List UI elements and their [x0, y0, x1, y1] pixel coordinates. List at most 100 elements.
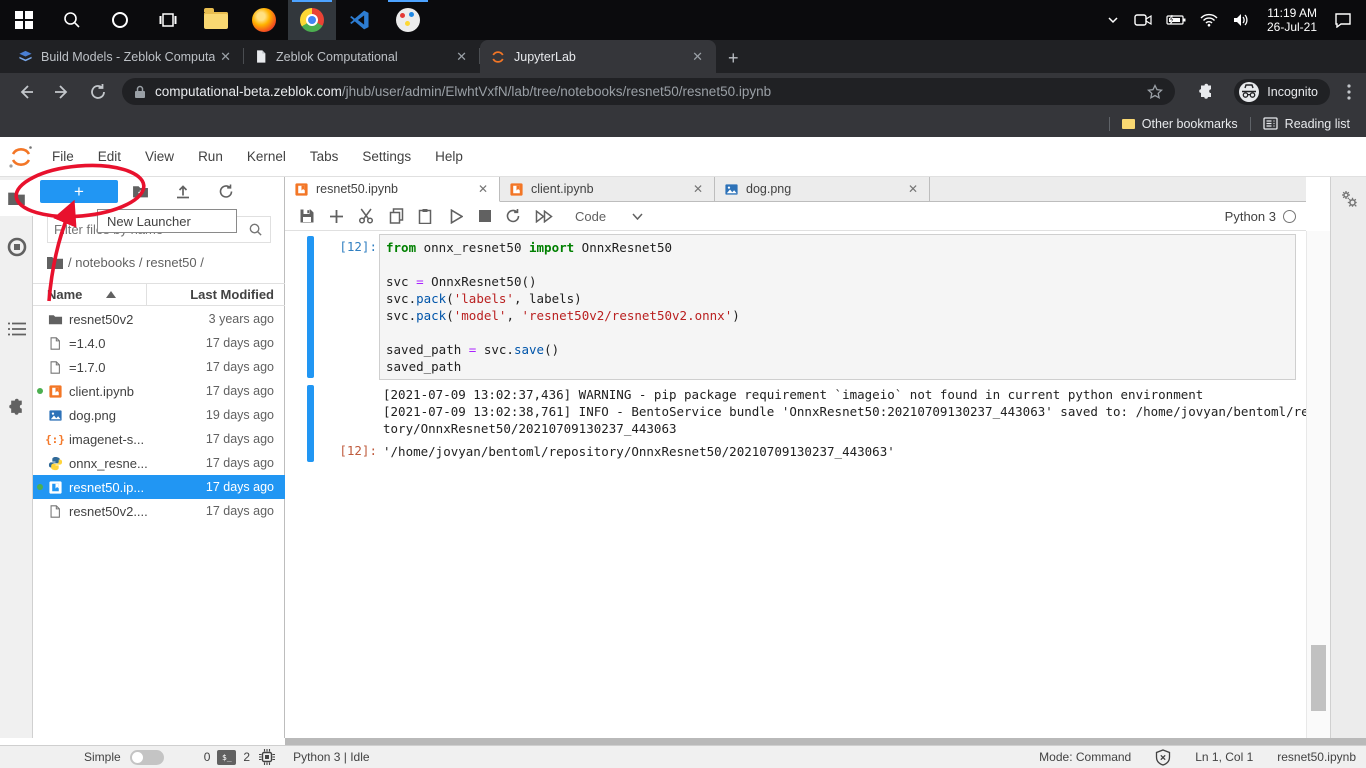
cursor-position[interactable]: Ln 1, Col 1 — [1195, 750, 1253, 764]
file-row[interactable]: onnx_resne...17 days ago — [33, 451, 285, 475]
close-document-icon[interactable]: ✕ — [473, 180, 493, 198]
taskbar-search-button[interactable] — [48, 0, 96, 40]
file-row[interactable]: =1.7.017 days ago — [33, 355, 285, 379]
copy-cells-button[interactable] — [389, 208, 404, 224]
code-line: svc.pack('model', 'resnet50v2/resnet50v2… — [386, 307, 1289, 324]
new-folder-button[interactable] — [132, 183, 149, 200]
reading-list-button[interactable]: Reading list — [1251, 117, 1366, 131]
file-row[interactable]: client.ipynb17 days ago — [33, 379, 285, 403]
restart-kernel-button[interactable] — [505, 208, 521, 224]
close-document-icon[interactable]: ✕ — [688, 180, 708, 198]
interrupt-kernel-button[interactable] — [479, 210, 491, 222]
file-row[interactable]: resnet50.ip...17 days ago — [33, 475, 285, 499]
close-tab-icon[interactable]: ✕ — [215, 47, 236, 67]
document-tab[interactable]: dog.png✕ — [715, 177, 930, 201]
output-line: [2021-07-09 13:02:37,436] WARNING - pip … — [383, 386, 1306, 403]
file-row[interactable]: {:}imagenet-s...17 days ago — [33, 427, 285, 451]
extension-manager-tab[interactable] — [0, 389, 33, 425]
meet-now-icon[interactable] — [1127, 13, 1159, 27]
browser-tab[interactable]: Build Models - Zeblok Computat✕ — [8, 40, 244, 73]
file-row[interactable]: =1.4.017 days ago — [33, 331, 285, 355]
close-tab-icon[interactable]: ✕ — [687, 47, 708, 67]
notebook-scrollbar[interactable] — [1306, 231, 1330, 738]
volume-icon[interactable] — [1225, 13, 1257, 27]
taskbar-clock[interactable]: 11:19 AM 26-Jul-21 — [1257, 6, 1327, 34]
browser-tab[interactable]: JupyterLab✕ — [480, 40, 716, 73]
vscode-button[interactable] — [336, 0, 384, 40]
output-collapser[interactable] — [307, 385, 314, 462]
image-icon — [47, 408, 63, 423]
action-center-icon[interactable] — [1327, 12, 1366, 28]
file-modified: 17 days ago — [206, 360, 274, 374]
cell-type-dropdown[interactable]: Code — [575, 209, 606, 224]
menu-tabs[interactable]: Tabs — [298, 149, 351, 164]
running-sessions-tab[interactable] — [0, 229, 33, 265]
scrollbar-thumb[interactable] — [1311, 645, 1326, 711]
wifi-icon[interactable] — [1193, 13, 1225, 27]
menu-kernel[interactable]: Kernel — [235, 149, 298, 164]
kernel-status-icon[interactable] — [1283, 210, 1296, 223]
open-tabs-tab[interactable] — [0, 311, 33, 347]
browser-tab[interactable]: Zeblok Computational✕ — [244, 40, 480, 73]
simple-mode-toggle[interactable] — [130, 750, 164, 765]
back-button[interactable] — [8, 83, 44, 101]
kernels-count[interactable]: 2 — [243, 750, 250, 764]
menu-edit[interactable]: Edit — [86, 149, 133, 164]
browser-menu-icon[interactable] — [1338, 84, 1360, 100]
document-tab[interactable]: resnet50.ipynb✕ — [285, 177, 500, 202]
file-row[interactable]: dog.png19 days ago — [33, 403, 285, 427]
file-row[interactable]: resnet50v2....17 days ago — [33, 499, 285, 523]
kernel-status-label[interactable]: Python 3 | Idle — [293, 750, 370, 764]
modified-column-header[interactable]: Last Modified — [190, 287, 274, 302]
menu-view[interactable]: View — [133, 149, 186, 164]
url-bar[interactable]: computational-beta.zeblok.com/jhub/user/… — [122, 78, 1175, 105]
battery-icon[interactable] — [1159, 14, 1193, 26]
name-column-header[interactable]: Name — [47, 287, 82, 302]
cut-cells-button[interactable] — [358, 208, 375, 224]
breadcrumb[interactable]: / notebooks / resnet50 / — [47, 255, 204, 270]
menu-file[interactable]: File — [40, 149, 86, 164]
save-button[interactable] — [299, 208, 315, 224]
file-browser-tab[interactable] — [0, 180, 33, 216]
run-cell-button[interactable] — [450, 209, 463, 224]
terminals-count[interactable]: 0 — [204, 750, 211, 764]
restart-run-all-button[interactable] — [535, 210, 553, 223]
upload-button[interactable] — [175, 183, 191, 200]
new-tab-button[interactable]: + — [716, 48, 751, 73]
file-explorer-button[interactable] — [192, 0, 240, 40]
current-file-label[interactable]: resnet50.ipynb — [1277, 750, 1356, 764]
forward-button[interactable] — [44, 83, 80, 101]
start-button[interactable] — [0, 0, 48, 40]
bookmark-star-icon[interactable] — [1147, 84, 1163, 100]
refresh-file-list-button[interactable] — [218, 183, 234, 200]
kernel-name-label[interactable]: Python 3 — [1225, 209, 1276, 224]
reload-button[interactable] — [80, 83, 116, 101]
property-inspector-gears-icon[interactable] — [1339, 189, 1359, 209]
code-cell-editor[interactable]: from onnx_resnet50 import OnnxResnet50 s… — [379, 234, 1296, 380]
cortana-button[interactable] — [96, 0, 144, 40]
horizontal-scrollbar[interactable] — [285, 738, 1366, 745]
paste-cells-button[interactable] — [418, 208, 432, 224]
extensions-icon[interactable] — [1189, 83, 1224, 100]
close-tab-icon[interactable]: ✕ — [451, 47, 472, 67]
chrome-button[interactable] — [288, 0, 336, 40]
document-tab[interactable]: client.ipynb✕ — [500, 177, 715, 201]
add-cell-button[interactable] — [329, 209, 344, 224]
menu-settings[interactable]: Settings — [350, 149, 423, 164]
mode-indicator[interactable]: Mode: Command — [1039, 750, 1131, 764]
file-row[interactable]: resnet50v23 years ago — [33, 307, 285, 331]
trust-shield-icon[interactable] — [1155, 749, 1171, 766]
menu-run[interactable]: Run — [186, 149, 235, 164]
breadcrumb-path: / notebooks / resnet50 / — [68, 255, 204, 270]
paint3d-button[interactable] — [384, 0, 432, 40]
close-document-icon[interactable]: ✕ — [903, 180, 923, 198]
tray-chevron-icon[interactable] — [1099, 13, 1127, 27]
firefox-button[interactable] — [240, 0, 288, 40]
chevron-down-icon[interactable] — [632, 213, 643, 220]
other-bookmarks-button[interactable]: Other bookmarks — [1110, 117, 1250, 131]
input-collapser[interactable] — [307, 236, 314, 378]
task-view-button[interactable] — [144, 0, 192, 40]
cortana-icon — [110, 10, 130, 30]
menu-help[interactable]: Help — [423, 149, 475, 164]
new-launcher-button[interactable]: + — [40, 180, 118, 203]
